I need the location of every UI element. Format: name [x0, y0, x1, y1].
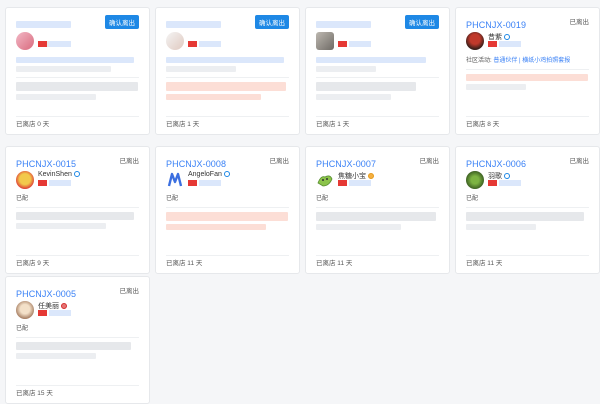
avatar [466, 171, 484, 189]
exit-status-badge: 已离出 [119, 288, 140, 295]
avatar [16, 301, 34, 319]
user-info [166, 32, 289, 52]
user-info: 任美丽 [16, 301, 139, 321]
days-since-exit: 已离店 1 天 [316, 121, 350, 128]
verified-icon [223, 171, 230, 177]
username: 昔紫 [488, 34, 502, 41]
flag-icon [488, 180, 497, 186]
order-card[interactable]: PHCNJX-0005 已离出 任美丽 已配 已离店 15 天 [5, 276, 150, 404]
blurred-code [16, 21, 71, 28]
blurred-code [316, 21, 371, 28]
user-info [16, 32, 139, 52]
avatar [466, 32, 484, 50]
user-info: 焦糖小宝 [316, 171, 439, 191]
days-since-exit: 已离店 11 天 [166, 260, 203, 267]
blurred-code [166, 21, 221, 28]
exit-status-badge: 已离出 [569, 19, 590, 26]
avatar [16, 171, 34, 189]
flag-icon [38, 41, 47, 47]
order-card[interactable]: PHCNJX-0015 已离出 KevinShen 已配 已离店 9 天 [5, 146, 150, 274]
confirm-exit-button[interactable]: 确认离出 [105, 15, 139, 29]
order-code[interactable]: PHCNJX-0005 [16, 289, 76, 299]
user-info: AngeloFan [166, 171, 289, 191]
emoji-icon [368, 173, 374, 179]
verified-icon [504, 173, 510, 179]
flag-icon [38, 310, 47, 316]
username: 任美丽 [38, 303, 59, 310]
match-status: 已配 [166, 196, 179, 202]
avatar [166, 32, 184, 50]
order-code[interactable]: PHCNJX-0008 [166, 159, 226, 169]
match-status: 已配 [316, 196, 329, 202]
flag-icon [38, 180, 47, 186]
user-info: KevinShen [16, 171, 139, 191]
match-status: 已配 [16, 196, 29, 202]
days-since-exit: 已离店 11 天 [316, 260, 353, 267]
exit-status-badge: 已离出 [569, 158, 590, 165]
order-card[interactable]: 确认离出 已离店 1 天 [305, 7, 450, 135]
username: AngeloFan [188, 171, 222, 178]
username: KevinShen [38, 171, 72, 178]
match-status: 已配 [16, 326, 29, 332]
flag-icon [338, 180, 347, 186]
order-card[interactable]: PHCNJX-0006 已离出 羽歌 已配 已离店 11 天 [455, 146, 600, 274]
order-card[interactable]: PHCNJX-0007 已离出 焦糖小宝 已配 已离店 11 天 [305, 146, 450, 274]
flag-icon [338, 41, 347, 47]
days-since-exit: 已离店 0 天 [16, 121, 50, 128]
days-since-exit: 已离店 15 天 [16, 390, 53, 397]
exit-status-badge: 已离出 [419, 158, 440, 165]
confirm-exit-button[interactable]: 确认离出 [405, 15, 439, 29]
activity-link[interactable]: 普通伙伴 | 横纸小鸡拍照套报 [493, 58, 570, 64]
order-card[interactable]: 确认离出 已离店 0 天 [5, 7, 150, 135]
user-info: 羽歌 [466, 171, 589, 191]
flag-icon [488, 41, 497, 47]
exit-status-badge: 已离出 [269, 158, 290, 165]
confirm-exit-button[interactable]: 确认离出 [255, 15, 289, 29]
days-since-exit: 已离店 9 天 [16, 260, 50, 267]
username: 焦糖小宝 [338, 173, 366, 180]
order-card[interactable]: PHCNJX-0019 已离出 昔紫 社区活动: 普通伙伴 | 横纸小鸡拍照套报… [455, 7, 600, 135]
days-since-exit: 已离店 1 天 [166, 121, 200, 128]
avatar [316, 171, 334, 189]
community-activity: 社区活动: 普通伙伴 | 横纸小鸡拍照套报 [466, 58, 571, 64]
days-since-exit: 已离店 11 天 [466, 260, 503, 267]
emoji-icon [61, 303, 67, 309]
order-card[interactable]: 确认离出 已离店 1 天 [155, 7, 300, 135]
avatar [316, 32, 334, 50]
match-status: 已配 [466, 196, 479, 202]
flag-icon [188, 180, 197, 186]
avatar [166, 171, 184, 189]
user-info: 昔紫 [466, 32, 589, 52]
order-card[interactable]: PHCNJX-0008 已离出 AngeloFan 已配 已离店 11 天 [155, 146, 300, 274]
flag-icon [188, 41, 197, 47]
order-code[interactable]: PHCNJX-0007 [316, 159, 376, 169]
avatar [16, 32, 34, 50]
days-since-exit: 已离店 8 天 [466, 121, 500, 128]
verified-icon [504, 34, 510, 40]
order-code[interactable]: PHCNJX-0019 [466, 20, 526, 30]
exit-status-badge: 已离出 [119, 158, 140, 165]
verified-icon [73, 171, 80, 177]
order-code[interactable]: PHCNJX-0006 [466, 159, 526, 169]
user-info [316, 32, 439, 52]
username: 羽歌 [488, 173, 502, 180]
order-code[interactable]: PHCNJX-0015 [16, 159, 76, 169]
